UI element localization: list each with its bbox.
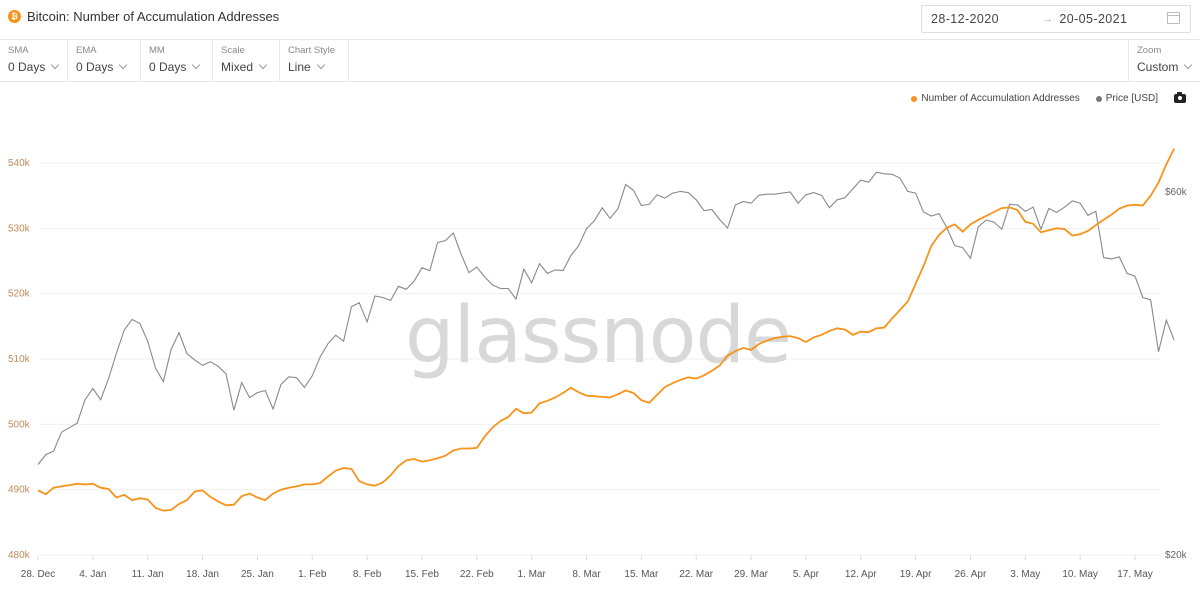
x-tick-label: 8. Feb (353, 569, 382, 580)
y-left-tick-label: 510k (8, 354, 31, 365)
x-tick-label: 22. Feb (460, 569, 494, 580)
x-tick-label: 11. Jan (132, 569, 164, 580)
x-tick-label: 25. Jan (241, 569, 274, 580)
x-tick-label: 22. Mar (679, 569, 714, 580)
x-tick-label: 8. Mar (572, 569, 601, 580)
y-left-tick-label: 520k (8, 289, 31, 300)
y-right-tick-label: $20k (1165, 550, 1188, 561)
x-tick-label: 3. May (1010, 569, 1040, 580)
x-tick-label: 18. Jan (186, 569, 219, 580)
chart: glassnode 480k 490k 500k 510k 520k 530k 540k $… (8, 148, 1188, 580)
x-tick-label: 29. Mar (734, 569, 769, 580)
y-left-tick-label: 500k (8, 419, 31, 430)
watermark: glassnode (405, 291, 791, 381)
x-axis: 28. Dec 4. Jan 11. Jan 18. Jan 25. Jan 1. Feb… (21, 555, 1153, 580)
y-left-tick-label: 540k (8, 158, 31, 169)
x-tick-label: 28. Dec (21, 569, 55, 580)
x-tick-label: 17. May (1117, 569, 1153, 580)
x-tick-label: 12. Apr (845, 569, 877, 580)
x-tick-label: 10. May (1062, 569, 1098, 580)
x-tick-label: 15. Feb (405, 569, 439, 580)
x-tick-label: 15. Mar (624, 569, 659, 580)
y-right-tick-label: $60k (1165, 187, 1188, 198)
x-tick-label: 1. Mar (517, 569, 546, 580)
x-tick-label: 5. Apr (793, 569, 820, 580)
x-tick-label: 19. Apr (900, 569, 932, 580)
x-tick-label: 26. Apr (955, 569, 987, 580)
y-left-tick-label: 490k (8, 485, 31, 496)
y-left-tick-label: 530k (8, 223, 31, 234)
y-axis-right: $20k $60k (1165, 187, 1188, 561)
x-tick-label: 4. Jan (79, 569, 106, 580)
y-left-tick-label: 480k (8, 550, 31, 561)
x-tick-label: 1. Feb (298, 569, 327, 580)
y-axis-left: 480k 490k 500k 510k 520k 530k 540k (8, 158, 31, 561)
